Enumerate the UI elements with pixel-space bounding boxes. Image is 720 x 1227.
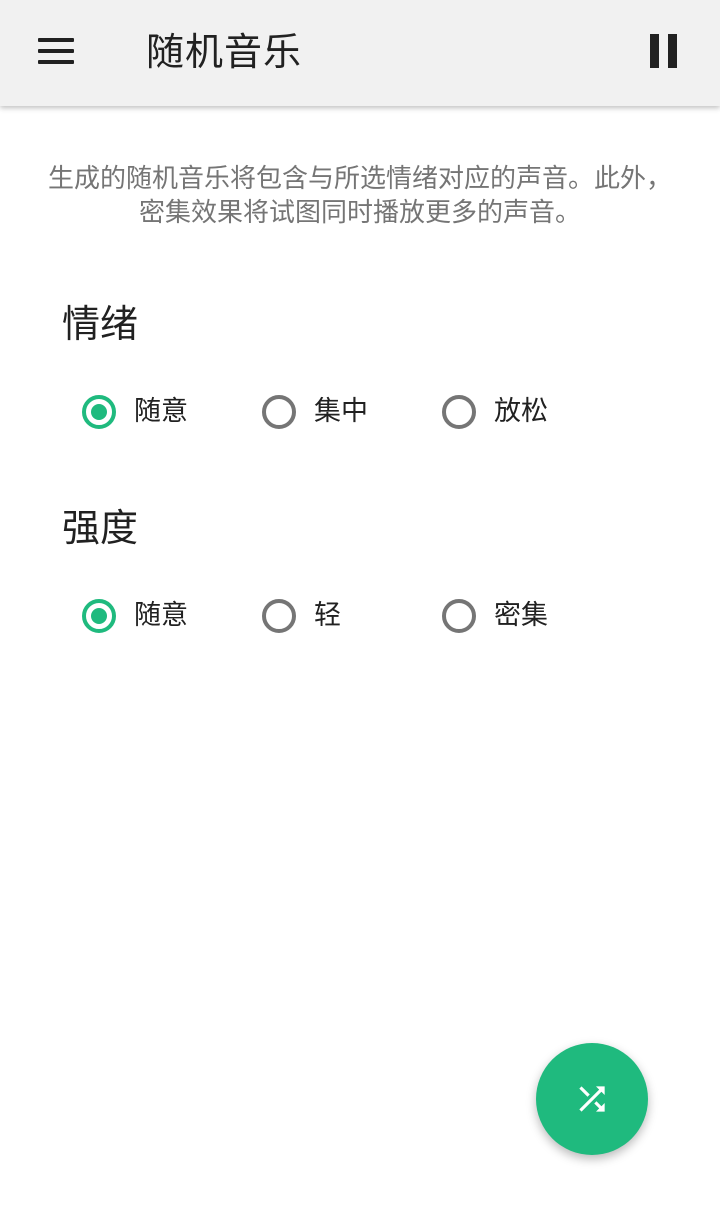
radio-label: 随意 [134, 600, 188, 631]
mood-option-focus[interactable]: 集中 [262, 390, 368, 434]
intensity-section-title: 强度 [62, 506, 139, 550]
intensity-option-dense[interactable]: 密集 [442, 594, 548, 638]
intensity-option-light[interactable]: 轻 [262, 594, 341, 638]
intensity-option-casual[interactable]: 随意 [82, 594, 188, 638]
mood-section-title: 情绪 [62, 302, 139, 346]
app-bar: 随机音乐 [0, 0, 720, 106]
radio-label: 集中 [314, 396, 368, 427]
shuffle-icon [579, 1086, 605, 1112]
menu-icon[interactable] [36, 36, 76, 66]
radio-checked-icon[interactable] [82, 599, 116, 633]
radio-label: 放松 [494, 396, 548, 427]
radio-unchecked-icon[interactable] [442, 599, 476, 633]
radio-unchecked-icon[interactable] [262, 395, 296, 429]
pause-icon[interactable] [650, 34, 678, 68]
mood-option-relax[interactable]: 放松 [442, 390, 548, 434]
shuffle-button[interactable] [536, 1043, 648, 1155]
radio-checked-icon[interactable] [82, 395, 116, 429]
radio-label: 轻 [314, 600, 341, 631]
description-text: 生成的随机音乐将包含与所选情绪对应的声音。此外，密集效果将试图同时播放更多的声音… [48, 164, 673, 228]
radio-unchecked-icon[interactable] [262, 599, 296, 633]
radio-label: 随意 [134, 396, 188, 427]
radio-label: 密集 [494, 600, 548, 631]
mood-option-casual[interactable]: 随意 [82, 390, 188, 434]
radio-unchecked-icon[interactable] [442, 395, 476, 429]
page-title: 随机音乐 [146, 30, 303, 74]
